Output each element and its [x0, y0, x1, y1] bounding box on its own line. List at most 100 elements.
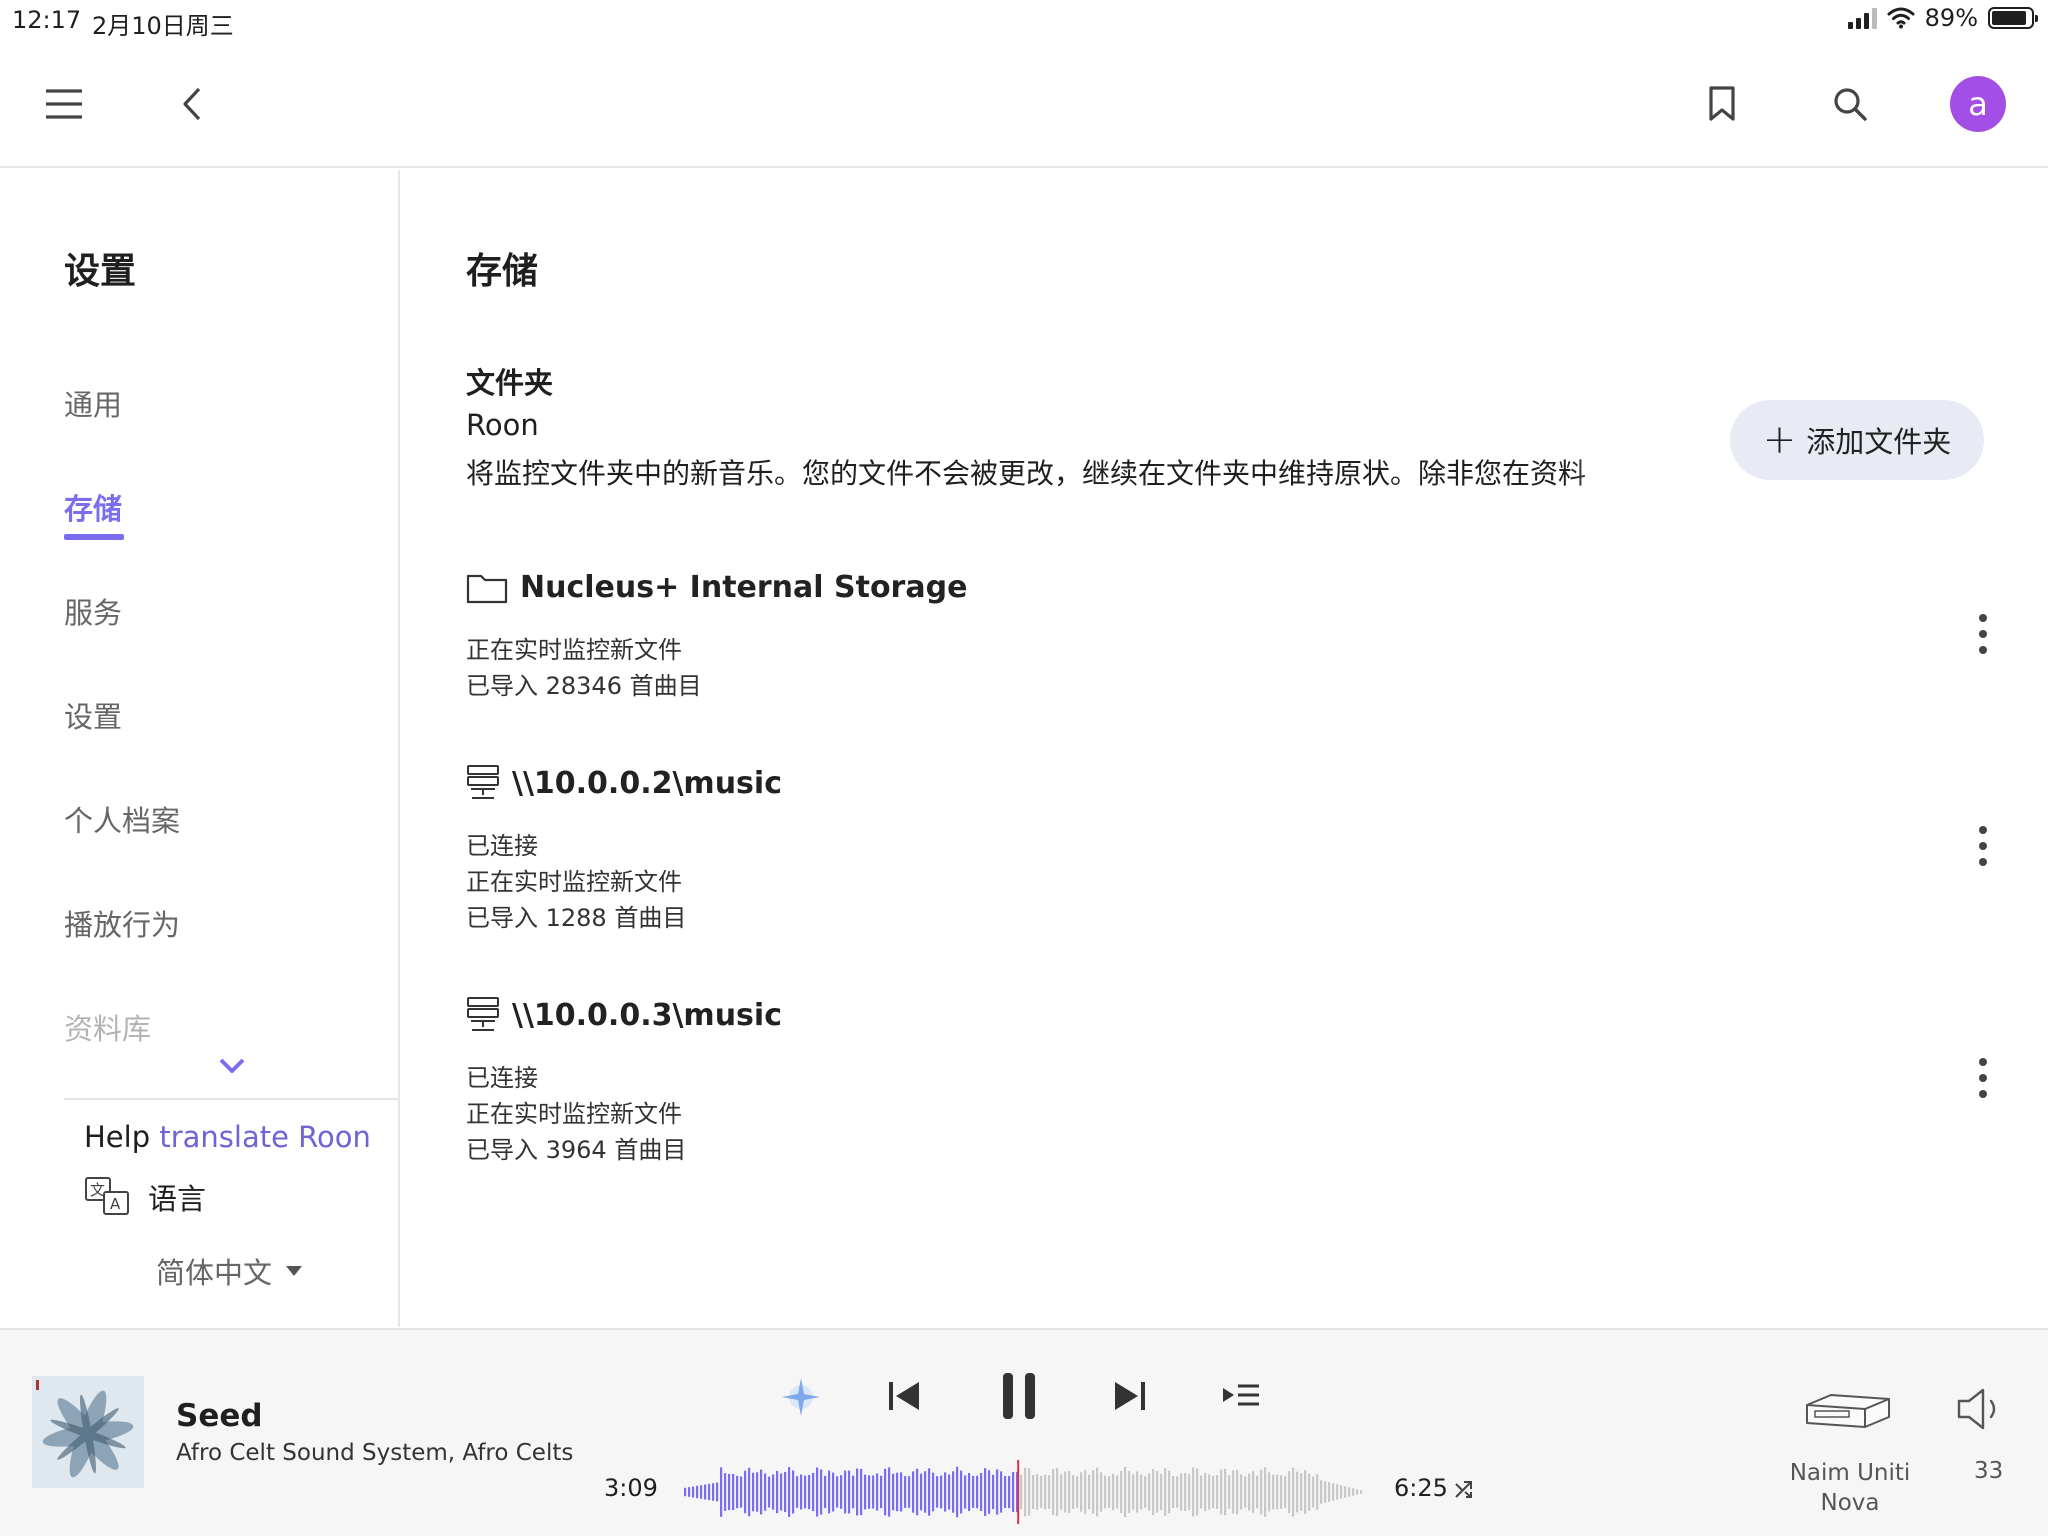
waveform-bar	[1272, 1474, 1275, 1510]
waveform-bar	[1036, 1474, 1039, 1510]
waveform-bar	[880, 1475, 883, 1509]
waveform-bar	[1020, 1474, 1023, 1510]
back-button[interactable]	[170, 82, 214, 126]
svg-text:A: A	[110, 1195, 121, 1213]
waveform-bar	[1260, 1469, 1263, 1515]
queue-button[interactable]	[1220, 1378, 1262, 1414]
storage-status-line: 已连接	[466, 832, 538, 860]
streamer-device-icon	[1806, 1394, 1890, 1428]
wifi-icon	[1887, 7, 1915, 29]
storage-more-button[interactable]	[1978, 614, 1988, 654]
sidebar-item-services[interactable]: 服务	[64, 590, 122, 632]
storage-item[interactable]: \\10.0.0.2\music 已连接 正在实时监控新文件 已导入 1288 …	[466, 764, 1988, 934]
sidebar-item-general[interactable]: 通用	[64, 382, 122, 424]
translate-roon-link[interactable]: translate Roon	[159, 1120, 371, 1154]
sidebar-item-playback[interactable]: 播放行为	[64, 902, 180, 944]
waveform-bar	[1052, 1468, 1055, 1515]
sidebar-item-profile[interactable]: 个人档案	[64, 798, 180, 840]
sidebar-divider	[64, 1098, 400, 1100]
language-select[interactable]: 简体中文	[156, 1250, 303, 1292]
waveform-bar	[860, 1468, 863, 1516]
waveform-bar	[980, 1473, 983, 1511]
waveform-bar	[1200, 1475, 1203, 1509]
waveform-bar	[792, 1470, 795, 1514]
waveform-bar	[748, 1467, 751, 1517]
waveform-bar	[764, 1473, 767, 1511]
waveform-bar	[976, 1475, 979, 1509]
waveform-bar	[972, 1476, 975, 1508]
next-track-button[interactable]	[1110, 1376, 1150, 1416]
waveform-bar	[1088, 1474, 1091, 1510]
waveform-bar	[1248, 1473, 1251, 1511]
add-folder-label: 添加文件夹	[1806, 425, 1952, 459]
track-artist[interactable]: Afro Celt Sound System, Afro Celts	[176, 1440, 573, 1466]
waveform-bar	[720, 1467, 723, 1517]
waveform-bar	[1220, 1469, 1223, 1515]
waveform-bar	[1136, 1471, 1139, 1513]
search-button[interactable]	[1828, 82, 1872, 126]
zone-button[interactable]	[1800, 1384, 1896, 1438]
waveform-bar	[1100, 1472, 1103, 1512]
waveform-bar	[820, 1469, 823, 1515]
waveform-bar	[800, 1474, 803, 1510]
waveform-bar	[1360, 1490, 1363, 1494]
waveform-bar	[724, 1473, 727, 1511]
storage-status-line: 正在实时监控新文件	[466, 1100, 682, 1128]
user-avatar[interactable]: a	[1950, 76, 2006, 132]
storage-more-button[interactable]	[1978, 826, 1988, 866]
sidebar-item-storage[interactable]: 存储	[64, 486, 122, 528]
waveform-bar	[772, 1474, 775, 1510]
waveform-bar	[1196, 1468, 1199, 1516]
waveform-bar	[752, 1472, 755, 1512]
waveform-bar	[1128, 1471, 1131, 1514]
sidebar-item-setup[interactable]: 设置	[64, 694, 122, 736]
radio-button[interactable]	[778, 1374, 824, 1420]
waveform-bar	[796, 1476, 799, 1508]
waveform-bar	[1104, 1475, 1107, 1509]
status-bar: 12:17 2月10日周三 89%	[0, 0, 2048, 40]
waveform-bar	[736, 1475, 739, 1509]
waveform-bar	[912, 1471, 915, 1513]
pause-button[interactable]	[994, 1370, 1044, 1422]
help-translate: Help translate Roon	[84, 1120, 371, 1154]
waveform-bar	[896, 1472, 899, 1512]
waveform-bar	[1244, 1476, 1247, 1508]
waveform-bar	[692, 1486, 695, 1498]
waveform-bar	[1232, 1470, 1235, 1514]
waveform-bar	[1252, 1471, 1255, 1513]
waveform-bar	[1156, 1471, 1159, 1513]
sidebar-title: 设置	[64, 251, 137, 292]
add-folder-button[interactable]: + 添加文件夹	[1730, 400, 1984, 480]
folders-description: 将监控文件夹中的新音乐。您的文件不会被更改，继续在文件夹中维持原状。除非您在资料	[466, 457, 1587, 490]
queue-icon	[1223, 1384, 1259, 1406]
waveform-bar	[928, 1468, 931, 1516]
storage-item[interactable]: Nucleus+ Internal Storage 正在实时监控新文件 已导入 …	[466, 570, 1988, 710]
sidebar-item-library[interactable]: 资料库	[64, 1006, 151, 1048]
waveform-bar	[920, 1473, 923, 1511]
waveform-bar	[1176, 1476, 1179, 1508]
waveform-bar	[1024, 1467, 1027, 1517]
waveform-bar	[1348, 1487, 1351, 1497]
storage-more-button[interactable]	[1978, 1058, 1988, 1098]
status-indicators: 89%	[1847, 4, 2038, 32]
waveform-bar	[728, 1473, 731, 1511]
waveform-bar	[852, 1475, 855, 1509]
seek-waveform[interactable]	[684, 1460, 1364, 1524]
previous-track-button[interactable]	[884, 1376, 924, 1416]
bookmark-button[interactable]	[1700, 82, 1744, 126]
waveform-bar	[832, 1472, 835, 1512]
waveform-bar	[1116, 1475, 1119, 1509]
album-art[interactable]	[32, 1376, 144, 1488]
storage-item[interactable]: \\10.0.0.3\music 已连接 正在实时监控新文件 已导入 3964 …	[466, 996, 1988, 1166]
skip-forward-icon	[1115, 1382, 1145, 1410]
volume-button[interactable]	[1954, 1384, 2004, 1434]
shuffle-button[interactable]	[1452, 1478, 1476, 1502]
sidebar-more-button[interactable]	[216, 1050, 248, 1082]
playhead-marker[interactable]	[1017, 1460, 1020, 1524]
zone-name[interactable]: Naim Uniti Nova	[1784, 1458, 1916, 1518]
menu-button[interactable]	[42, 82, 86, 126]
waveform-bar	[1340, 1485, 1343, 1499]
waveform-bar	[784, 1471, 787, 1513]
waveform-bar	[780, 1473, 783, 1511]
track-title[interactable]: Seed	[176, 1398, 263, 1434]
